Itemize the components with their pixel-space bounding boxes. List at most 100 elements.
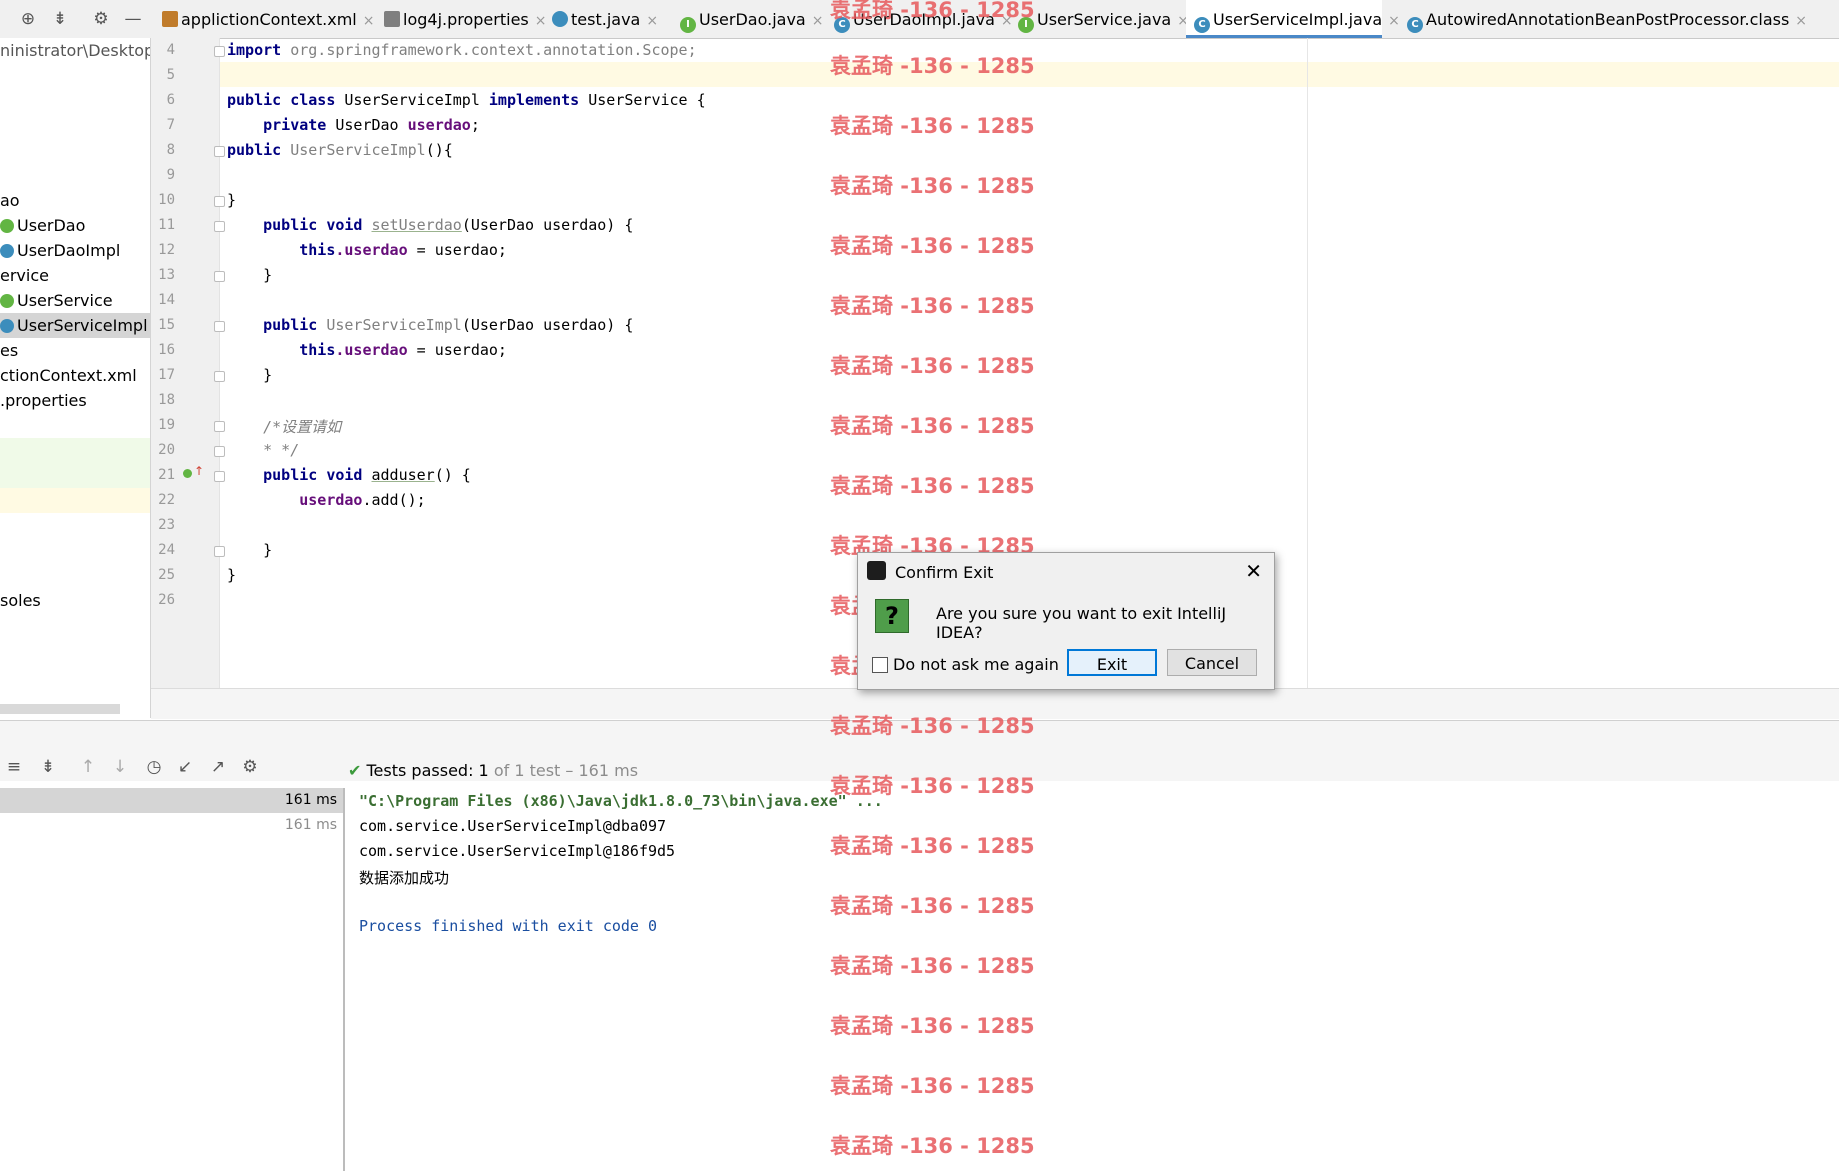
- tree-item-userservice[interactable]: UserService: [0, 288, 150, 313]
- watermark-text: 袁孟琦 -136 - 1285: [830, 1074, 1035, 1098]
- code-line-22: userdao.add();: [299, 491, 426, 509]
- test-result-row-selected[interactable]: 161 ms: [0, 788, 343, 813]
- close-icon[interactable]: ✕: [1245, 559, 1262, 583]
- code-line-17: }: [263, 366, 273, 384]
- do-not-ask-label[interactable]: Do not ask me again: [893, 655, 1059, 674]
- line-number: 6: [166, 92, 175, 108]
- close-icon[interactable]: ×: [1388, 13, 1400, 29]
- gear-icon[interactable]: ⚙: [89, 7, 113, 31]
- line-number: 19: [158, 417, 175, 433]
- tree-item-context-xml[interactable]: ctionContext.xml: [0, 363, 150, 388]
- code-line-15: public UserServiceImpl(UserDao userdao) …: [263, 316, 634, 334]
- watermark-text: 袁孟琦 -136 - 1285: [830, 114, 1035, 138]
- watermark-text: 袁孟琦 -136 - 1285: [830, 174, 1035, 198]
- watermark-text: 袁孟琦 -136 - 1285: [830, 1134, 1035, 1158]
- console-line: com.service.UserServiceImpl@dba097: [359, 817, 667, 835]
- watermark-text: 袁孟琦 -136 - 1285: [830, 414, 1035, 438]
- line-number: 22: [158, 492, 175, 508]
- line-number: 26: [158, 592, 175, 608]
- close-icon[interactable]: ×: [535, 13, 547, 29]
- expand-all-icon[interactable]: ≡: [2, 755, 26, 779]
- code-line-6: public class UserServiceImpl implements …: [227, 91, 706, 109]
- interface-icon: [0, 294, 14, 308]
- check-icon: ✔: [348, 761, 362, 780]
- code-line-12: this.userdao = userdao;: [299, 241, 507, 259]
- line-number: 21: [158, 467, 175, 483]
- question-icon: ?: [875, 599, 909, 633]
- tree-item-scratches-consoles[interactable]: soles: [0, 588, 150, 613]
- code-line-11: public void setUserdao(UserDao userdao) …: [263, 216, 634, 234]
- override-arrow-icon[interactable]: ↑: [194, 465, 204, 477]
- tree-item-properties[interactable]: .properties: [0, 388, 150, 413]
- confirm-exit-dialog: Confirm Exit ✕ ? Are you sure you want t…: [857, 552, 1275, 690]
- watermark-text: 袁孟琦 -136 - 1285: [830, 294, 1035, 318]
- collapse-all-icon[interactable]: ⇟: [48, 7, 72, 31]
- interface-icon: I: [680, 17, 696, 33]
- line-number: 17: [158, 367, 175, 383]
- tree-item-dao[interactable]: ao: [0, 188, 150, 213]
- tree-item-userserviceimpl[interactable]: UserServiceImpl: [0, 313, 150, 338]
- line-number: 18: [158, 392, 175, 408]
- line-number: 12: [158, 242, 175, 258]
- watermark-text: 袁孟琦 -136 - 1285: [830, 474, 1035, 498]
- line-number: 4: [166, 42, 175, 58]
- minimize-icon[interactable]: —: [121, 7, 145, 31]
- watermark-text: 袁孟琦 -136 - 1285: [830, 0, 1035, 22]
- horizontal-scrollbar[interactable]: [0, 704, 120, 714]
- console-line: 数据添加成功: [359, 869, 450, 887]
- code-line-20: * */: [263, 441, 300, 459]
- line-number: 7: [166, 117, 175, 133]
- import-tests-icon[interactable]: ↙: [173, 755, 197, 779]
- watermark-text: 袁孟琦 -136 - 1285: [830, 354, 1035, 378]
- close-icon[interactable]: ×: [812, 13, 824, 29]
- line-number: 14: [158, 292, 175, 308]
- code-line-21: public void adduser() {: [263, 466, 471, 484]
- close-icon[interactable]: ×: [1795, 13, 1807, 29]
- arrow-down-icon[interactable]: ↓: [108, 755, 132, 779]
- code-line-8: public UserServiceImpl(){: [227, 141, 453, 159]
- tab-log4j-properties[interactable]: log4j.properties ×: [384, 0, 546, 38]
- interface-icon: [0, 219, 14, 233]
- tab-appliction-context-xml[interactable]: applictionContext.xml ×: [162, 0, 374, 38]
- line-number: 11: [158, 217, 175, 233]
- line-number: 24: [158, 542, 175, 558]
- watermark-text: 袁孟琦 -136 - 1285: [830, 774, 1035, 798]
- line-number: 5: [166, 67, 175, 83]
- test-result-row[interactable]: 161 ms: [0, 813, 343, 838]
- arrow-up-icon[interactable]: ↑: [76, 755, 100, 779]
- collapse-all-icon[interactable]: ⇟: [36, 755, 60, 779]
- line-number: 16: [158, 342, 175, 358]
- tab-test-java[interactable]: test.java ×: [552, 0, 658, 38]
- gear-icon[interactable]: ⚙: [238, 755, 262, 779]
- class-icon: C: [1194, 17, 1210, 33]
- line-number: 20: [158, 442, 175, 458]
- console-line: Process finished with exit code 0: [359, 917, 658, 935]
- tab-userdao-java[interactable]: I UserDao.java ×: [680, 0, 823, 38]
- cancel-button[interactable]: Cancel: [1167, 649, 1257, 676]
- tree-item-userdaoimpl[interactable]: UserDaoImpl: [0, 238, 150, 263]
- tab-userserviceimpl-java[interactable]: C UserServiceImpl.java ×: [1186, 0, 1400, 38]
- project-toolbar: ⊕ ⇟ ⚙ —: [0, 0, 150, 38]
- watermark-text: 袁孟琦 -136 - 1285: [830, 834, 1035, 858]
- tab-userservice-java[interactable]: I UserService.java ×: [1018, 0, 1189, 38]
- export-tests-icon[interactable]: ↗: [206, 755, 230, 779]
- close-icon[interactable]: ×: [363, 13, 375, 29]
- class-icon: C: [1407, 17, 1423, 33]
- tab-autowired-annotation-class[interactable]: C AutowiredAnnotationBeanPostProcessor.cl…: [1407, 0, 1807, 38]
- right-margin-guide: [1307, 38, 1308, 688]
- close-icon[interactable]: ×: [646, 13, 658, 29]
- class-icon: [0, 319, 14, 333]
- implements-method-icon[interactable]: [183, 469, 192, 478]
- exit-button[interactable]: Exit: [1067, 649, 1157, 676]
- tree-item-userdao[interactable]: UserDao: [0, 213, 150, 238]
- code-line-25: }: [227, 566, 237, 584]
- project-tree: ninistrator\Desktop\d ao UserDao UserDao…: [0, 38, 151, 718]
- dialog-title: Confirm Exit: [895, 563, 994, 582]
- do-not-ask-checkbox[interactable]: [872, 657, 888, 673]
- console-output[interactable]: "C:\Program Files (x86)\Java\jdk1.8.0_73…: [345, 788, 1839, 1171]
- tree-item-service[interactable]: ervice: [0, 263, 150, 288]
- locate-icon[interactable]: ⊕: [16, 7, 40, 31]
- history-icon[interactable]: ◷: [142, 755, 166, 779]
- tree-item-resources[interactable]: es: [0, 338, 150, 363]
- intellij-app-icon: [867, 561, 886, 580]
